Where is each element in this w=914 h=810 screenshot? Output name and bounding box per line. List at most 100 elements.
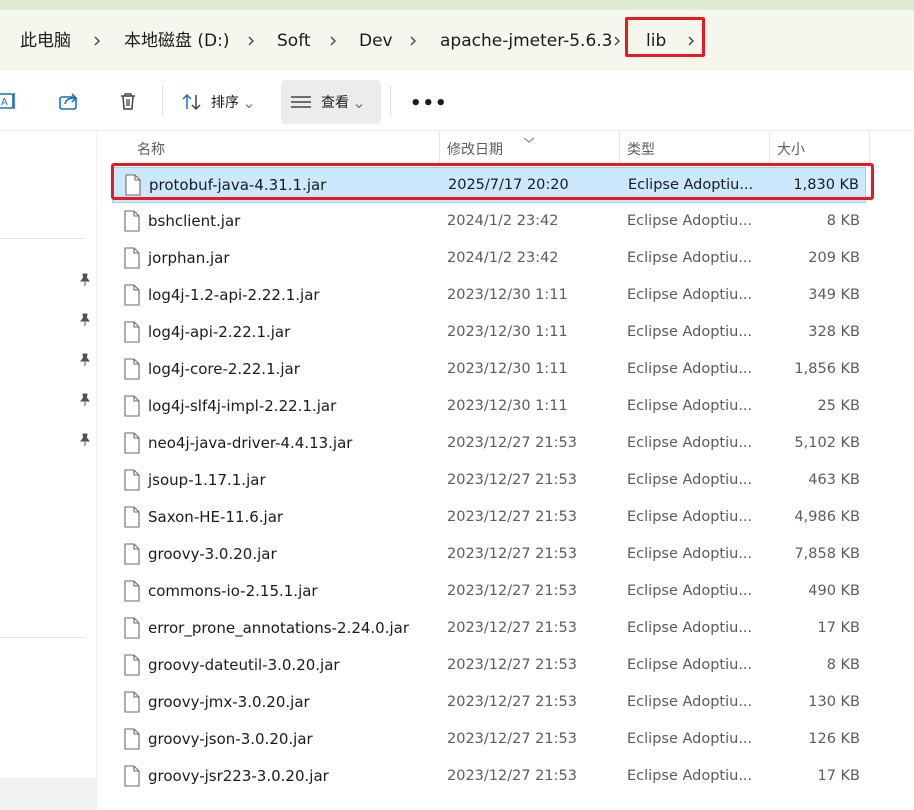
toolbar-separator [390,86,391,116]
table-row[interactable]: neo4j-java-driver-4.4.13.jar 2023/12/27 2… [112,426,866,462]
file-name: log4j-1.2-api-2.22.1.jar [148,286,320,304]
file-date: 2023/12/27 21:53 [447,768,577,784]
more-icon[interactable]: ••• [410,93,448,114]
file-type: Eclipse Adoptiu... [627,768,753,784]
toolbar-separator [162,86,163,116]
file-date: 2024/1/2 23:42 [447,250,559,266]
file-size: 490 KB [808,583,860,599]
file-icon [122,321,142,343]
file-name: Saxon-HE-11.6.jar [148,508,284,526]
file-type: Eclipse Adoptiu... [627,731,753,747]
breadcrumb-dev[interactable]: Dev [359,30,393,52]
selected-file-annotation-box [111,163,874,200]
breadcrumb-this-pc[interactable]: 此电脑 [20,30,71,52]
chevron-right-icon[interactable] [92,30,102,52]
chevron-down-icon [355,98,363,109]
column-header-size[interactable]: 大小 [777,139,805,159]
table-row[interactable]: jorphan.jar 2024/1/2 23:42 Eclipse Adoptiu… [112,241,866,277]
file-name: neo4j-java-driver-4.4.13.jar [148,434,353,452]
file-name: jsoup-1.17.1.jar [148,471,266,489]
chevron-right-icon[interactable] [612,30,622,52]
file-size: 4,986 KB [794,509,860,525]
file-type: Eclipse Adoptiu... [627,472,753,488]
pin-icon[interactable] [78,272,92,286]
table-row[interactable]: groovy-jmx-3.0.20.jar 2023/12/27 21:53 Ecl… [112,685,866,721]
view-button[interactable]: 查看 [281,80,381,124]
column-divider[interactable] [869,131,870,163]
file-date: 2023/12/27 21:53 [447,657,577,673]
table-row[interactable]: groovy-3.0.20.jar 2023/12/27 21:53 Eclipse… [112,537,866,573]
table-row[interactable]: groovy-jsr223-3.0.20.jar 2023/12/27 21:53… [112,759,866,795]
nav-selected-item[interactable] [0,778,97,810]
delete-icon[interactable] [117,90,139,112]
view-label: 查看 [321,95,349,111]
file-date: 2023/12/27 21:53 [447,546,577,562]
table-row[interactable]: log4j-api-2.22.1.jar 2023/12/30 1:11 Eclip… [112,315,866,351]
table-row[interactable]: log4j-1.2-api-2.22.1.jar 2023/12/30 1:11 E… [112,278,866,314]
file-name: bshclient.jar [148,212,241,230]
chevron-right-icon[interactable] [408,30,418,52]
table-row[interactable]: commons-io-2.15.1.jar 2023/12/27 21:53 Ecl… [112,574,866,610]
file-type: Eclipse Adoptiu... [627,324,753,340]
column-divider[interactable] [439,131,440,163]
file-icon [122,284,142,306]
address-bar[interactable]: 此电脑 本地磁盘 (D:) Soft Dev apache-jmeter-5.6… [0,10,914,71]
table-row[interactable]: log4j-core-2.22.1.jar 2023/12/30 1:11 Ecli… [112,352,866,388]
file-type: Eclipse Adoptiu... [627,250,753,266]
file-size: 328 KB [808,324,860,340]
file-icon [122,543,142,565]
column-divider[interactable] [769,131,770,163]
table-row[interactable]: log4j-slf4j-impl-2.22.1.jar 2023/12/30 1:… [112,389,866,425]
file-type: Eclipse Adoptiu... [627,583,753,599]
pin-icon[interactable] [78,352,92,366]
file-type: Eclipse Adoptiu... [627,657,753,673]
file-date: 2023/12/30 1:11 [447,361,568,377]
chevron-right-icon[interactable] [246,30,256,52]
file-icon [122,617,142,639]
file-date: 2023/12/27 21:53 [447,435,577,451]
table-row[interactable]: Saxon-HE-11.6.jar 2023/12/27 21:53 Eclipse… [112,500,866,536]
table-row[interactable]: jsoup-1.17.1.jar 2023/12/27 21:53 Eclipse … [112,463,866,499]
pin-icon[interactable] [78,312,92,326]
file-name: log4j-api-2.22.1.jar [148,323,291,341]
file-icon [122,432,142,454]
file-size: 17 KB [817,768,860,784]
sort-icon [181,91,203,113]
file-type: Eclipse Adoptiu... [627,694,753,710]
file-date: 2023/12/30 1:11 [447,398,568,414]
file-icon [122,469,142,491]
breadcrumb-soft[interactable]: Soft [277,30,311,52]
file-icon [122,358,142,380]
column-header-name[interactable]: 名称 [137,139,165,159]
chevron-right-icon[interactable] [328,30,338,52]
file-date: 2024/1/2 23:42 [447,213,559,229]
file-name: groovy-json-3.0.20.jar [148,730,313,748]
file-icon [122,691,142,713]
table-row[interactable]: error_prone_annotations-2.24.0.jar 2023/1… [112,611,866,647]
table-row[interactable]: bshclient.jar 2024/1/2 23:42 Eclipse Adopt… [112,204,866,240]
file-icon [122,247,142,269]
breadcrumb-local-disk[interactable]: 本地磁盘 (D:) [124,30,230,52]
table-row[interactable]: groovy-json-3.0.20.jar 2023/12/27 21:53 Ec… [112,722,866,758]
sort-button[interactable]: 排序 [173,80,261,124]
breadcrumb-apache-jmeter[interactable]: apache-jmeter-5.6.3 [440,30,613,52]
file-date: 2023/12/30 1:11 [447,324,568,340]
rename-icon[interactable]: A [0,90,18,112]
file-size: 25 KB [817,398,860,414]
pin-icon[interactable] [78,432,92,446]
share-icon[interactable] [58,90,80,112]
column-header-date[interactable]: 修改日期 [447,139,503,159]
file-type: Eclipse Adoptiu... [627,546,753,562]
window-top-strip [0,0,914,10]
file-size: 5,102 KB [794,435,860,451]
svg-text:A: A [1,97,8,108]
file-icon [122,210,142,232]
table-row[interactable]: groovy-dateutil-3.0.20.jar 2023/12/27 21:… [112,648,866,684]
file-size: 126 KB [808,731,860,747]
file-size: 463 KB [808,472,860,488]
column-divider[interactable] [619,131,620,163]
column-header-type[interactable]: 类型 [627,139,655,159]
file-name: groovy-jsr223-3.0.20.jar [148,767,329,785]
file-date: 2023/12/27 21:53 [447,694,577,710]
pin-icon[interactable] [78,392,92,406]
